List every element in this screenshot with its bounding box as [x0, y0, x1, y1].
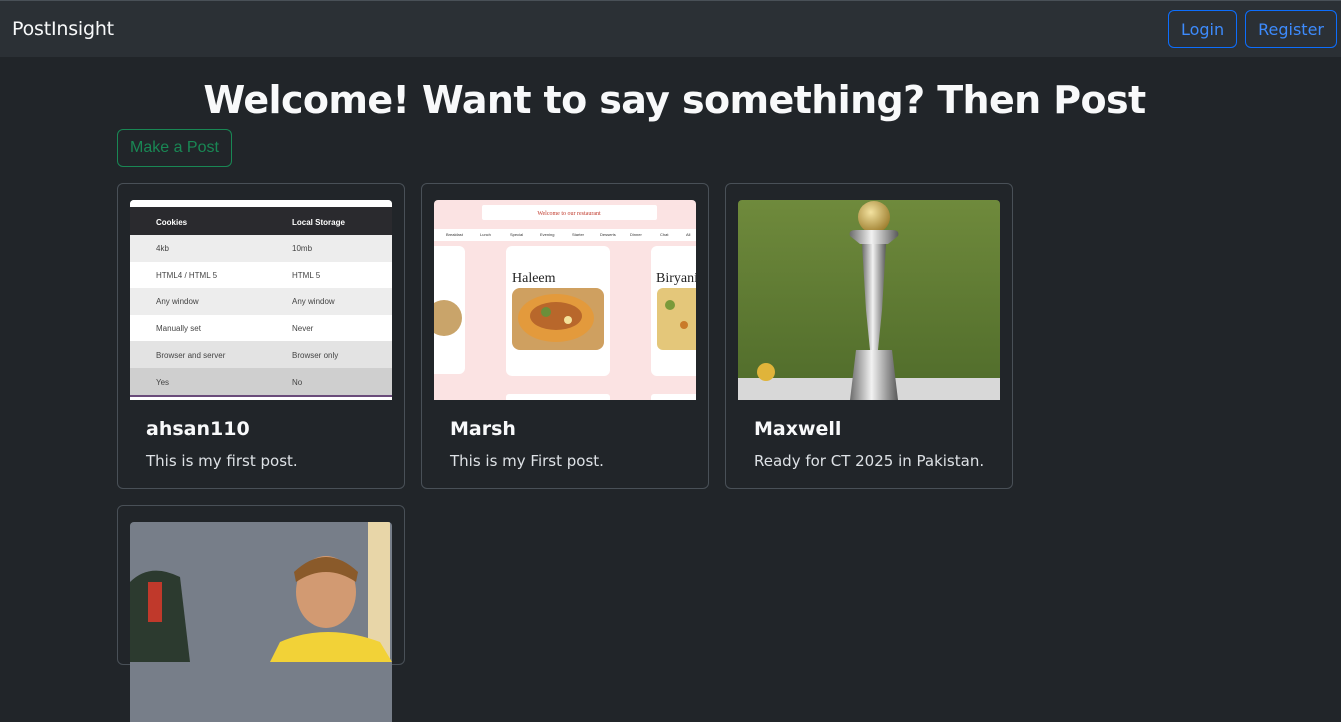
make-post-button[interactable]: Make a Post	[117, 129, 232, 167]
category-tab: Desserts	[600, 232, 616, 237]
category-tab: Starter	[572, 232, 585, 237]
table-cell: Never	[292, 324, 314, 333]
post-image-restaurant: Welcome to our restaurant Breakfast Lunc…	[434, 200, 696, 400]
dish-name: Haleem	[512, 271, 556, 286]
navbar: PostInsight Login Register	[0, 0, 1341, 57]
post-author: Maxwell	[754, 418, 842, 440]
category-tab: Special	[510, 232, 523, 237]
table-cell: Browser and server	[156, 351, 226, 360]
table-cell: 10mb	[292, 244, 313, 253]
post-card[interactable]: Maxwell Ready for CT 2025 in Pakistan.	[725, 183, 1013, 489]
post-author: ahsan110	[146, 418, 250, 440]
post-card[interactable]	[117, 505, 405, 722]
table-cell: No	[292, 378, 303, 387]
post-card[interactable]: Welcome to our restaurant Breakfast Lunc…	[421, 183, 709, 489]
post-image-cricketer	[130, 522, 392, 722]
post-image-trophy	[738, 200, 1000, 400]
login-button[interactable]: Login	[1167, 10, 1238, 48]
category-tab: Breakfast	[446, 232, 464, 237]
restaurant-banner: Welcome to our restaurant	[537, 211, 601, 217]
table-header-1: Cookies	[156, 218, 188, 227]
category-tab: All	[686, 232, 691, 237]
table-cell: HTML4 / HTML 5	[156, 271, 218, 280]
brand-logo-text[interactable]: PostInsight	[12, 18, 114, 40]
table-cell: Any window	[292, 297, 335, 306]
category-tab: Chat	[660, 232, 669, 237]
post-card[interactable]: Cookies Local Storage 4kb 10mb HTML4 / H…	[117, 183, 405, 489]
nav-actions: Login Register	[1167, 10, 1337, 48]
post-image-table: Cookies Local Storage 4kb 10mb HTML4 / H…	[130, 200, 392, 400]
table-cell: 4kb	[156, 244, 169, 253]
table-header-2: Local Storage	[292, 218, 345, 227]
register-button[interactable]: Register	[1245, 10, 1337, 48]
table-cell: Yes	[156, 378, 169, 387]
page-title: Welcome! Want to say something? Then Pos…	[203, 78, 1146, 122]
dish-name: Biryani	[656, 271, 696, 286]
table-cell: HTML 5	[292, 271, 321, 280]
post-text: This is my first post.	[146, 452, 298, 470]
table-cell: Any window	[156, 297, 199, 306]
category-tab: Lunch	[480, 232, 491, 237]
post-text: This is my First post.	[450, 452, 604, 470]
category-tab: Dinner	[630, 232, 642, 237]
category-tab: Evening	[540, 232, 554, 237]
table-cell: Manually set	[156, 324, 202, 333]
table-cell: Browser only	[292, 351, 338, 360]
post-author: Marsh	[450, 418, 516, 440]
post-text: Ready for CT 2025 in Pakistan.	[754, 452, 985, 470]
